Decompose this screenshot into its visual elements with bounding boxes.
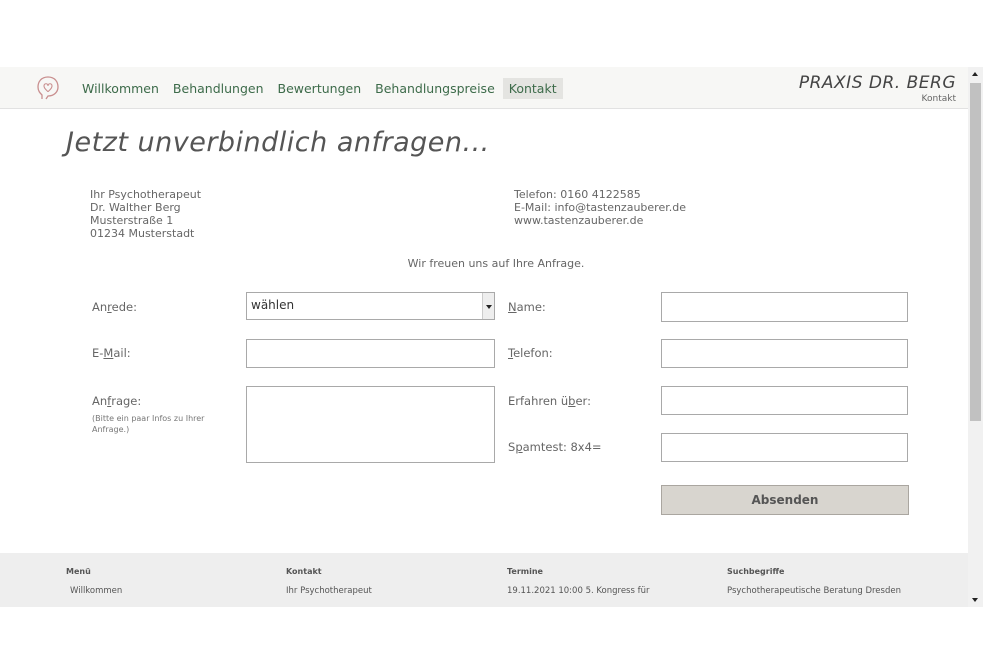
nav-item-behandlungspreise[interactable]: Behandlungspreise: [369, 78, 501, 99]
spamtest-input[interactable]: [661, 433, 908, 462]
footer-termin-item[interactable]: 19.11.2021 10:00 5. Kongress für: [507, 586, 649, 596]
nav-item-behandlungen[interactable]: Behandlungen: [167, 78, 270, 99]
address-line: Ihr Psychotherapeut: [90, 188, 202, 201]
scroll-down-arrow-icon[interactable]: [968, 593, 983, 607]
nav-item-bewertungen[interactable]: Bewertungen: [272, 78, 368, 99]
submit-button[interactable]: Absenden: [661, 485, 909, 515]
scrollbar-thumb[interactable]: [970, 83, 981, 421]
brand-subtitle: Kontakt: [921, 94, 956, 104]
footer-kontakt-text: Ihr Psychotherapeut: [286, 586, 372, 596]
telefon-input[interactable]: [661, 339, 908, 368]
address-line: Musterstraße 1: [90, 214, 174, 227]
scroll-up-arrow-icon[interactable]: [968, 67, 983, 81]
footer: Menü Willkommen Kontakt Ihr Psychotherap…: [0, 553, 968, 607]
head-outline-icon[interactable]: [36, 75, 60, 101]
footer-menu: Menü Willkommen: [66, 567, 122, 596]
chevron-down-icon[interactable]: [482, 293, 494, 319]
contact-details: Telefon: 0160 4122585 E-Mail: info@taste…: [514, 188, 686, 227]
erfahren-input[interactable]: [661, 386, 908, 415]
email-input[interactable]: [246, 339, 495, 368]
footer-suchbegriff-item[interactable]: Psychotherapeutische Beratung Dresden: [727, 586, 901, 596]
vertical-scrollbar[interactable]: [968, 67, 983, 607]
footer-kontakt: Kontakt Ihr Psychotherapeut: [286, 567, 372, 596]
footer-heading: Kontakt: [286, 567, 322, 576]
anfrage-label: Anfrage:: [92, 394, 142, 408]
nav-item-willkommen[interactable]: Willkommen: [76, 78, 165, 99]
contact-phone: Telefon: 0160 4122585: [514, 188, 641, 201]
name-input[interactable]: [661, 292, 908, 322]
footer-heading: Menü: [66, 567, 91, 576]
spamtest-label: Spamtest: 8x4=: [508, 440, 602, 454]
address-line: Dr. Walther Berg: [90, 201, 181, 214]
browser-viewport: Willkommen Behandlungen Bewertungen Beha…: [0, 67, 968, 607]
anrede-select-value: wählen: [251, 298, 295, 312]
footer-suchbegriffe: Suchbegriffe Psychotherapeutische Beratu…: [727, 567, 901, 596]
practice-address: Ihr Psychotherapeut Dr. Walther Berg Mus…: [90, 188, 201, 240]
anrede-select[interactable]: wählen: [246, 292, 495, 320]
contact-website: www.tastenzauberer.de: [514, 214, 644, 227]
email-label: E-Mail:: [92, 346, 131, 360]
footer-heading: Termine: [507, 567, 543, 576]
page-title: Jetzt unverbindlich anfragen...: [66, 127, 490, 158]
anrede-label: Anrede:: [92, 300, 137, 314]
brand-title[interactable]: PRAXIS DR. BERG: [799, 73, 956, 93]
erfahren-label: Erfahren über:: [508, 394, 591, 408]
name-label: Name:: [508, 300, 546, 314]
anfrage-hint: (Bitte ein paar Infos zu Ihrer Anfrage.): [92, 414, 205, 434]
footer-link-willkommen[interactable]: Willkommen: [70, 586, 122, 596]
top-navigation-bar: Willkommen Behandlungen Bewertungen Beha…: [0, 67, 968, 109]
address-line: 01234 Musterstadt: [90, 227, 195, 240]
footer-termine: Termine 19.11.2021 10:00 5. Kongress für: [507, 567, 649, 596]
main-menu: Willkommen Behandlungen Bewertungen Beha…: [76, 78, 565, 99]
telefon-label: Telefon:: [508, 346, 553, 360]
contact-email: E-Mail: info@tastenzauberer.de: [514, 201, 686, 214]
footer-heading: Suchbegriffe: [727, 567, 785, 576]
intro-text: Wir freuen uns auf Ihre Anfrage.: [407, 257, 585, 270]
anfrage-textarea[interactable]: [246, 386, 495, 463]
nav-item-kontakt[interactable]: Kontakt: [502, 78, 563, 99]
brand: PRAXIS DR. BERG Kontakt: [799, 73, 956, 104]
